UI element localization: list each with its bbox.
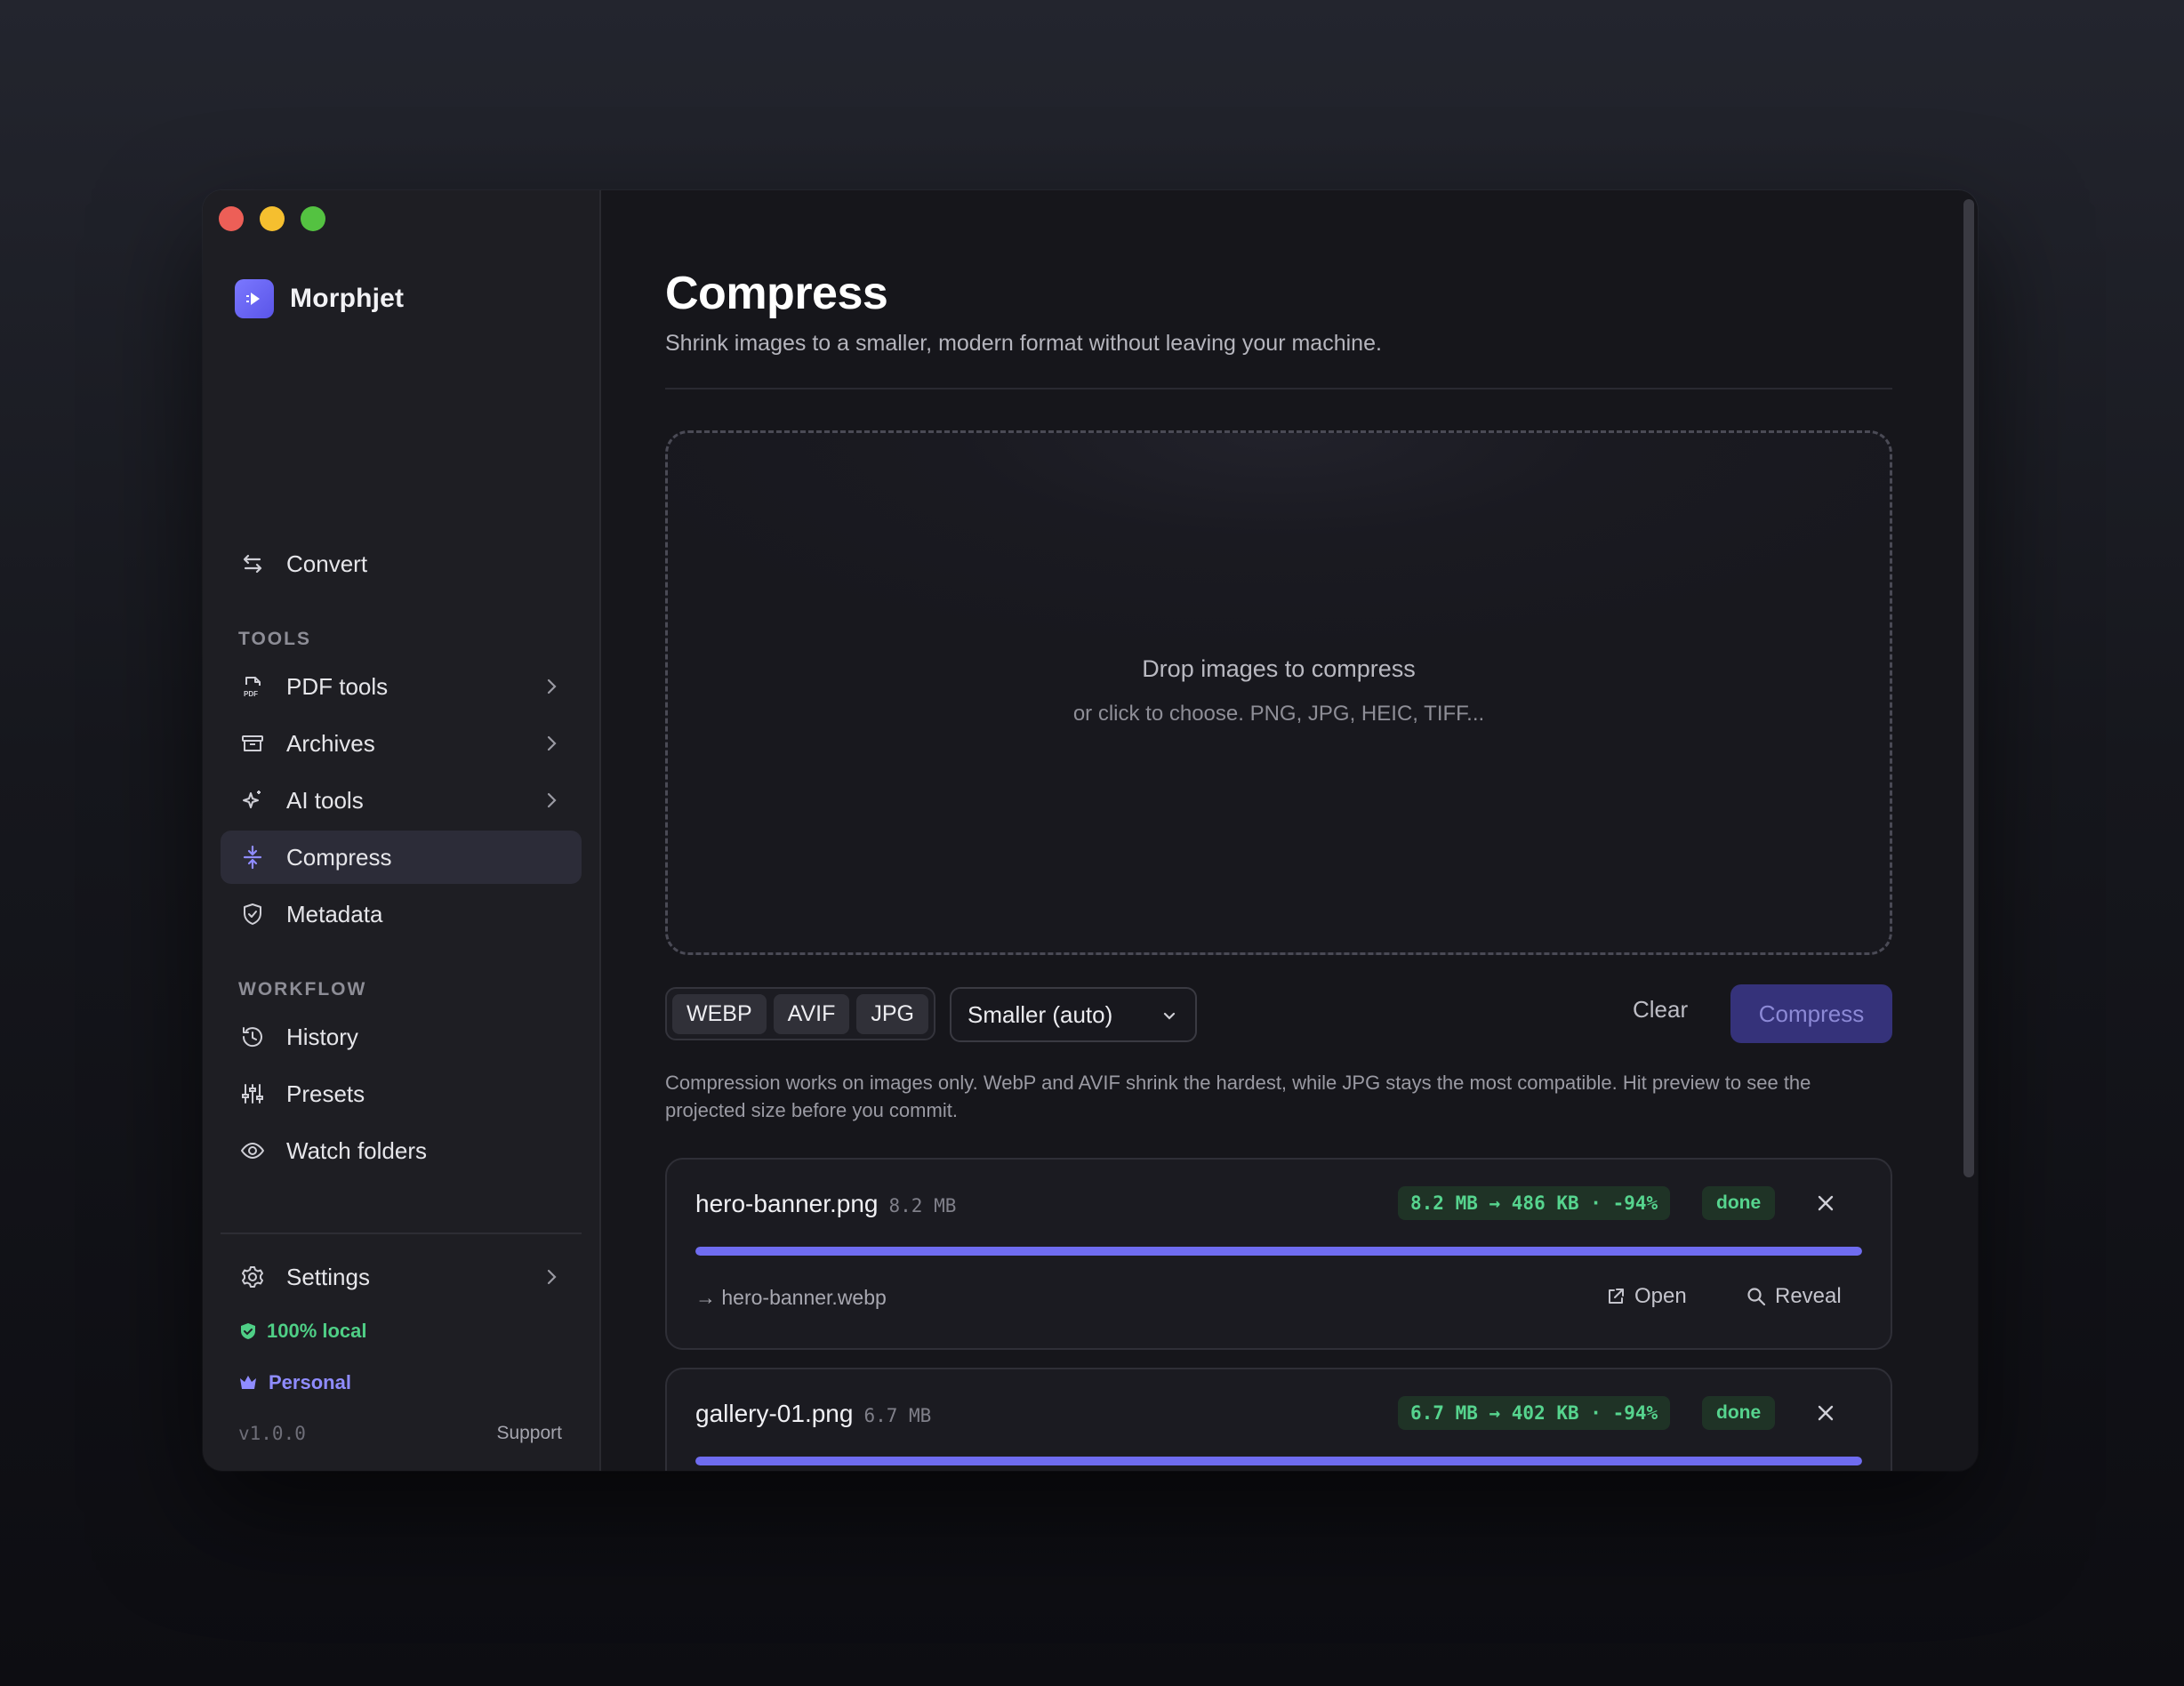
format-avif-button[interactable]: AVIF	[773, 993, 850, 1034]
workflow-section-label: WORKFLOW	[238, 979, 367, 1000]
progress-fill	[695, 1247, 1862, 1256]
shield-check-icon	[241, 1323, 255, 1339]
app-logo-icon	[235, 279, 274, 318]
file-name-row: gallery-01.png 6.7 MB	[695, 1400, 931, 1428]
file-name: hero-banner.png	[695, 1190, 879, 1217]
image-dropzone[interactable]: Drop images to compress or click to choo…	[665, 430, 1892, 955]
brand: Morphjet	[235, 279, 404, 318]
format-toggle-group: WEBP AVIF JPG	[665, 987, 935, 1040]
page-subtitle: Shrink images to a smaller, modern forma…	[665, 331, 1382, 356]
file-size: 6.7 MB	[863, 1405, 932, 1426]
sidebar-item-label: PDF tools	[286, 672, 389, 700]
progress-bar	[695, 1457, 1862, 1465]
local-status-label: 100% local	[267, 1320, 367, 1342]
sidebar-item-watch-folders[interactable]: Watch folders	[221, 1124, 582, 1177]
sidebar-divider	[221, 1232, 582, 1234]
format-webp-button[interactable]: WEBP	[672, 993, 767, 1034]
help-text: Compression works on images only. WebP a…	[665, 1072, 1811, 1121]
sidebar-item-label: Compress	[286, 843, 392, 871]
progress-bar	[695, 1247, 1862, 1256]
sidebar-item-metadata[interactable]: Metadata	[221, 887, 582, 941]
chevron-right-icon	[547, 735, 557, 751]
minimize-window-button[interactable]	[260, 206, 285, 231]
file-size: 8.2 MB	[888, 1195, 957, 1216]
file-card: hero-banner.png 8.2 MB 8.2 MB → 486 KB · …	[665, 1158, 1892, 1350]
sidebar-item-history[interactable]: History	[221, 1010, 582, 1064]
compress-icon	[243, 845, 262, 870]
pdf-file-icon: PDF	[244, 677, 261, 698]
dropzone-title: Drop images to compress	[1142, 655, 1416, 682]
tools-section-label: TOOLS	[238, 629, 311, 649]
shield-check-icon	[244, 903, 261, 925]
chevron-right-icon	[547, 678, 557, 694]
app-version: v1.0.0	[238, 1423, 306, 1444]
sidebar-item-archives[interactable]: Archives	[221, 717, 582, 770]
sidebar-item-ai-tools[interactable]: AI tools	[221, 774, 582, 827]
gear-icon	[242, 1266, 263, 1288]
sidebar-item-label: Convert	[286, 550, 368, 577]
sliders-icon	[242, 1084, 263, 1104]
sidebar-item-settings[interactable]: Settings	[221, 1250, 582, 1304]
chevron-right-icon	[547, 1269, 557, 1285]
header-divider	[665, 388, 1892, 389]
sidebar-item-pdf-tools[interactable]: PDF PDF tools	[221, 660, 582, 713]
local-status-badge: 100% local	[238, 1320, 367, 1343]
crown-icon	[240, 1376, 256, 1389]
remove-file-icon[interactable]	[1814, 1192, 1837, 1215]
compression-stats-badge: 6.7 MB → 402 KB · -94%	[1398, 1396, 1671, 1430]
sidebar-item-convert[interactable]: Convert	[221, 537, 582, 590]
search-icon	[1747, 1288, 1766, 1306]
arrows-swap-icon	[243, 554, 262, 574]
status-badge: done	[1702, 1396, 1776, 1430]
progress-fill	[695, 1457, 1862, 1465]
eye-icon	[241, 1143, 264, 1159]
external-link-icon	[1609, 1289, 1624, 1304]
support-link[interactable]: Support	[496, 1423, 562, 1444]
reveal-label: Reveal	[1775, 1284, 1842, 1308]
history-icon	[242, 1027, 262, 1048]
sidebar-item-label: Metadata	[286, 900, 383, 927]
page-title: Compress	[665, 268, 888, 319]
format-jpg-button[interactable]: JPG	[856, 993, 928, 1034]
sidebar-item-label: AI tools	[286, 786, 364, 814]
sidebar-item-label: Archives	[286, 729, 375, 757]
app-window: Morphjet Convert TOOLS PDF PDF tools Arc…	[203, 190, 1978, 1471]
main-content: Compress Shrink images to a smaller, mod…	[601, 190, 1978, 1471]
compress-button[interactable]: Compress	[1730, 984, 1892, 1043]
app-name: Morphjet	[290, 284, 405, 313]
sidebar-item-label: Presets	[286, 1080, 365, 1107]
archive-box-icon	[242, 735, 263, 751]
clear-button[interactable]: Clear	[1633, 996, 1688, 1024]
remove-file-icon[interactable]	[1814, 1401, 1837, 1425]
open-label: Open	[1634, 1284, 1687, 1308]
sidebar-item-label: History	[286, 1023, 358, 1050]
sidebar-item-compress[interactable]: Compress	[221, 831, 582, 884]
quality-select-value: Smaller (auto)	[968, 1000, 1113, 1028]
window-controls	[219, 206, 325, 231]
file-name-row: hero-banner.png 8.2 MB	[695, 1190, 956, 1218]
chevron-down-icon	[1163, 1012, 1176, 1020]
reveal-button[interactable]: Reveal	[1746, 1284, 1842, 1309]
main-scrollbar[interactable]	[1963, 199, 1974, 1177]
status-badge: done	[1702, 1186, 1776, 1220]
zoom-window-button[interactable]	[301, 206, 325, 231]
svg-text:PDF: PDF	[244, 690, 258, 698]
sidebar-item-presets[interactable]: Presets	[221, 1067, 582, 1120]
sparkle-icon	[243, 791, 261, 808]
chevron-right-icon	[547, 792, 557, 808]
plan-badge[interactable]: Personal	[238, 1371, 351, 1394]
open-button[interactable]: Open	[1606, 1284, 1687, 1309]
quality-select[interactable]: Smaller (auto)	[950, 987, 1197, 1042]
plan-label: Personal	[269, 1371, 351, 1393]
close-window-button[interactable]	[219, 206, 244, 231]
output-file-name: → hero-banner.webp	[695, 1286, 887, 1309]
file-card: gallery-01.png 6.7 MB 6.7 MB → 402 KB · -…	[665, 1368, 1892, 1471]
sidebar-item-label: Settings	[286, 1263, 370, 1290]
sidebar-item-label: Watch folders	[286, 1136, 427, 1164]
file-name: gallery-01.png	[695, 1400, 854, 1427]
dropzone-subtitle: or click to choose. PNG, JPG, HEIC, TIFF…	[1072, 702, 1485, 726]
compression-stats-badge: 8.2 MB → 486 KB · -94%	[1398, 1186, 1671, 1220]
sidebar: Morphjet Convert TOOLS PDF PDF tools Arc…	[203, 190, 601, 1471]
